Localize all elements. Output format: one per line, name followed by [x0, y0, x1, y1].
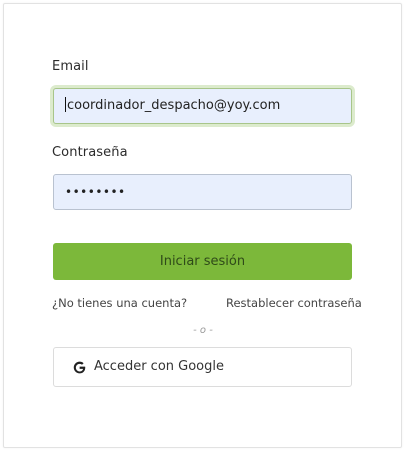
password-value: •••••••• [65, 185, 126, 199]
password-field[interactable]: •••••••• [53, 174, 352, 210]
google-signin-button[interactable]: Acceder con Google [53, 347, 352, 387]
or-divider: - o - [193, 325, 213, 336]
login-button[interactable]: Iniciar sesión [53, 243, 352, 280]
email-label: Email [52, 59, 89, 74]
google-signin-label: Acceder con Google [94, 359, 224, 374]
password-label: Contraseña [52, 145, 128, 160]
google-g-icon [73, 361, 86, 374]
signup-link[interactable]: ¿No tienes una cuenta? [52, 296, 187, 310]
reset-password-link[interactable]: Restablecer contraseña [226, 296, 362, 310]
email-value: coordinador_despacho@yoy.com [67, 98, 281, 113]
email-field[interactable]: coordinador_despacho@yoy.com [53, 88, 352, 124]
text-caret [65, 97, 66, 112]
